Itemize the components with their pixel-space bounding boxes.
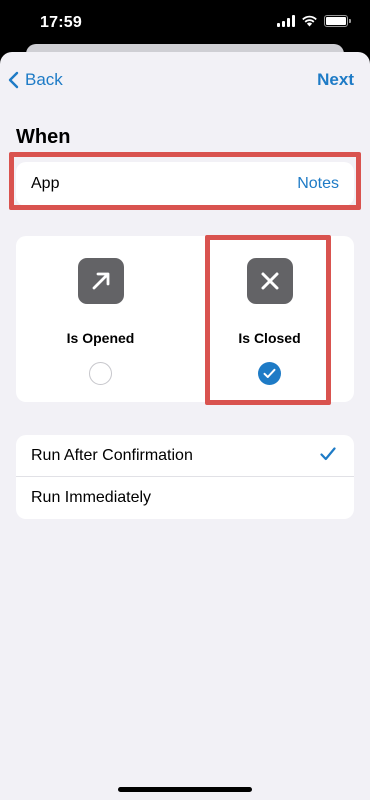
choice-is-closed[interactable]: Is Closed — [185, 236, 354, 402]
cellular-signal-icon — [277, 15, 295, 27]
home-indicator[interactable] — [118, 787, 252, 792]
checkmark-icon — [320, 447, 336, 461]
navigation-bar: Back Next — [0, 52, 370, 108]
status-bar: 17:59 — [0, 0, 370, 44]
wifi-icon — [302, 15, 317, 27]
run-option-row[interactable]: Run After Confirmation — [16, 435, 354, 477]
arrow-up-right-icon — [78, 258, 124, 304]
x-mark-icon — [247, 258, 293, 304]
app-row[interactable]: App Notes — [16, 162, 354, 206]
radio-unselected[interactable] — [89, 362, 112, 385]
choice-label: Is Closed — [238, 330, 301, 346]
status-time: 17:59 — [40, 14, 82, 31]
back-label: Back — [25, 70, 63, 89]
status-icons — [277, 15, 351, 27]
app-row-value: Notes — [297, 175, 339, 192]
chevron-left-icon — [8, 71, 19, 89]
run-option-row[interactable]: Run Immediately — [16, 477, 354, 519]
radio-selected[interactable] — [258, 362, 281, 385]
back-button[interactable]: Back — [8, 70, 63, 90]
app-row-label: App — [31, 175, 60, 192]
section-title: When — [16, 126, 71, 148]
battery-icon — [324, 15, 351, 27]
choice-label: Is Opened — [66, 330, 135, 346]
trigger-choice-card: Is Opened Is Closed — [16, 236, 354, 402]
run-option-label: Run After Confirmation — [31, 447, 193, 464]
trigger-sheet: Back Next When App Notes Is Opened Is Cl… — [0, 52, 370, 800]
next-button[interactable]: Next — [317, 70, 354, 90]
checkmark-icon — [263, 368, 276, 378]
run-option-label: Run Immediately — [31, 489, 152, 506]
run-options-list: Run After Confirmation Run Immediately — [16, 435, 354, 519]
choice-is-opened[interactable]: Is Opened — [16, 236, 185, 402]
